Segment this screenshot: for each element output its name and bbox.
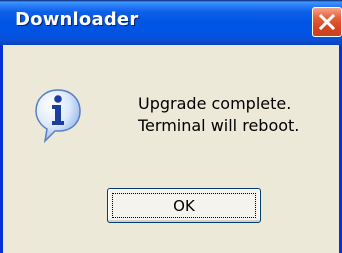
window-title: Downloader [15,9,139,30]
ok-button-label: OK [173,197,195,215]
title-bar[interactable]: Downloader [0,0,342,45]
close-button[interactable] [312,7,342,37]
dialog-window: Downloader Upgrade complete. Terminal wi… [0,0,342,253]
information-icon [35,89,81,143]
message-line-2: Terminal will reboot. [138,116,300,135]
ok-button[interactable]: OK [107,188,261,223]
message-text: Upgrade complete. Terminal will reboot. [138,93,299,137]
close-icon [319,14,335,30]
message-line-1: Upgrade complete. [138,94,292,113]
dialog-body: Upgrade complete. Terminal will reboot. … [3,45,339,253]
